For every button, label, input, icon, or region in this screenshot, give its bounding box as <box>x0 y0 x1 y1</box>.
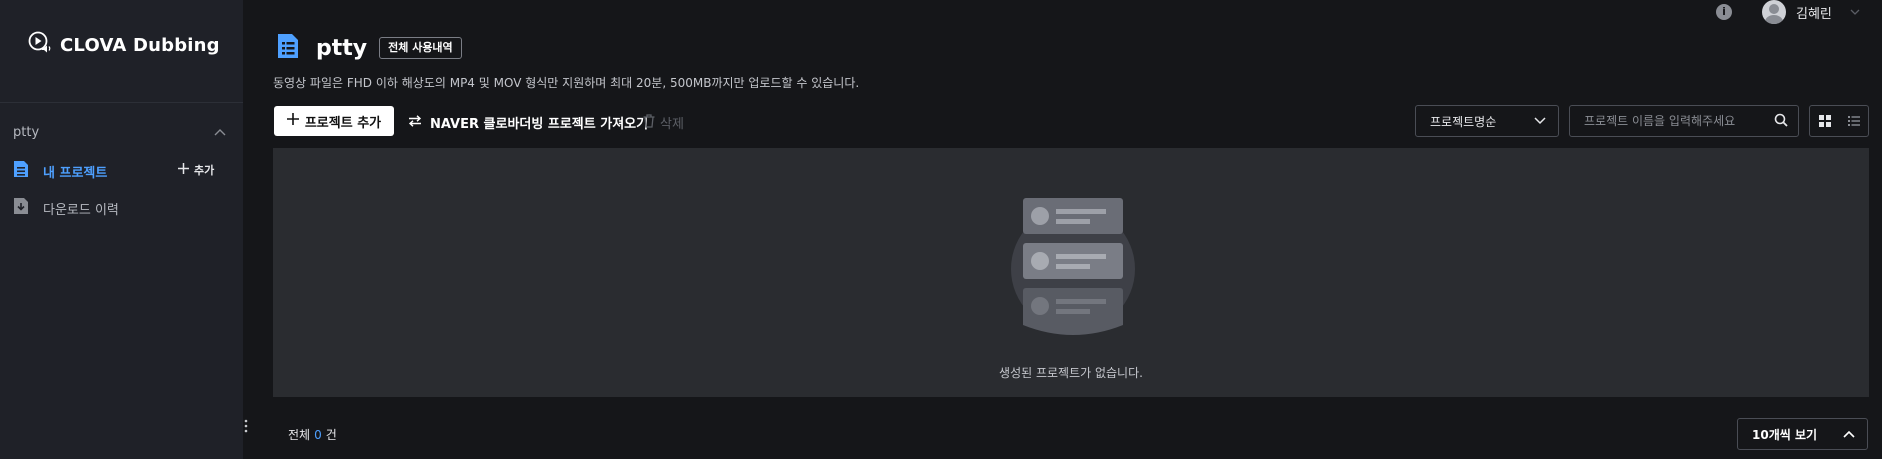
download-history-icon <box>13 197 29 219</box>
app-logo[interactable]: CLOVA Dubbing <box>28 31 220 59</box>
chevron-up-icon <box>1843 427 1855 441</box>
import-project-button[interactable]: NAVER 클로바더빙 프로젝트 가져오기 <box>408 113 648 132</box>
page-size-value: 10개씩 보기 <box>1752 427 1818 442</box>
user-name: 김혜린 <box>1796 6 1832 22</box>
user-menu[interactable]: 김혜린 <box>1762 0 1860 24</box>
empty-list-illustration <box>1003 198 1143 342</box>
sidebar-divider <box>0 102 243 103</box>
document-list-icon <box>13 160 29 182</box>
workspace-name: ptty <box>13 125 40 140</box>
upload-notice: 동영상 파일은 FHD 이하 해상도의 MP4 및 MOV 형식만 지원하며 최… <box>273 76 860 90</box>
clova-dubbing-logo-icon <box>28 31 52 59</box>
swap-arrows-icon <box>408 114 422 131</box>
search-icon[interactable] <box>1774 112 1788 131</box>
project-document-icon <box>276 32 300 64</box>
plus-icon <box>286 113 299 129</box>
delete-label: 삭제 <box>660 117 684 132</box>
total-suffix: 건 <box>325 428 337 442</box>
search-input[interactable] <box>1584 114 1774 128</box>
trash-icon <box>643 113 655 132</box>
chevron-down-icon <box>1534 114 1546 128</box>
page-title: ptty <box>316 35 368 61</box>
sort-selected-value: 프로젝트명순 <box>1430 114 1497 129</box>
delete-button[interactable]: 삭제 <box>643 113 684 132</box>
plus-icon <box>178 163 189 177</box>
add-project-button[interactable]: 프로젝트 추가 <box>274 106 394 136</box>
total-count: 전체 0 건 <box>288 426 337 443</box>
search-field[interactable] <box>1569 105 1799 137</box>
sidebar: CLOVA Dubbing ptty 내 프로젝트 추가 다운로드 이력 <box>0 0 243 459</box>
page-size-dropdown[interactable]: 10개씩 보기 <box>1737 418 1868 450</box>
project-list-area: 생성된 프로젝트가 없습니다. <box>273 148 1869 397</box>
add-project-label: 프로젝트 추가 <box>304 115 382 131</box>
empty-message: 생성된 프로젝트가 없습니다. <box>999 366 1143 380</box>
add-project-sidebar-button[interactable]: 추가 <box>178 162 214 178</box>
total-count-value: 0 <box>314 428 322 442</box>
sidebar-item-label: 다운로드 이력 <box>43 202 119 218</box>
chevron-down-icon <box>1850 7 1860 18</box>
avatar <box>1762 0 1786 24</box>
list-view-icon[interactable] <box>1839 106 1868 136</box>
sidebar-item-download-history[interactable]: 다운로드 이력 <box>13 196 223 220</box>
app-name: CLOVA Dubbing <box>60 34 220 56</box>
more-vertical-icon[interactable] <box>244 419 248 437</box>
chevron-up-icon <box>214 125 226 140</box>
sidebar-item-label: 내 프로젝트 <box>43 165 108 181</box>
page-header: ptty 전체 사용내역 <box>276 32 462 64</box>
view-mode-toggle <box>1809 105 1869 137</box>
total-prefix: 전체 <box>288 428 311 442</box>
info-icon[interactable]: i <box>1716 4 1732 20</box>
workspace-selector[interactable]: ptty <box>13 125 226 140</box>
usage-history-button[interactable]: 전체 사용내역 <box>379 37 462 59</box>
import-label: NAVER 클로바더빙 프로젝트 가져오기 <box>430 117 649 132</box>
add-label: 추가 <box>194 164 215 177</box>
sort-dropdown[interactable]: 프로젝트명순 <box>1415 105 1559 137</box>
grid-view-icon[interactable] <box>1810 106 1839 136</box>
